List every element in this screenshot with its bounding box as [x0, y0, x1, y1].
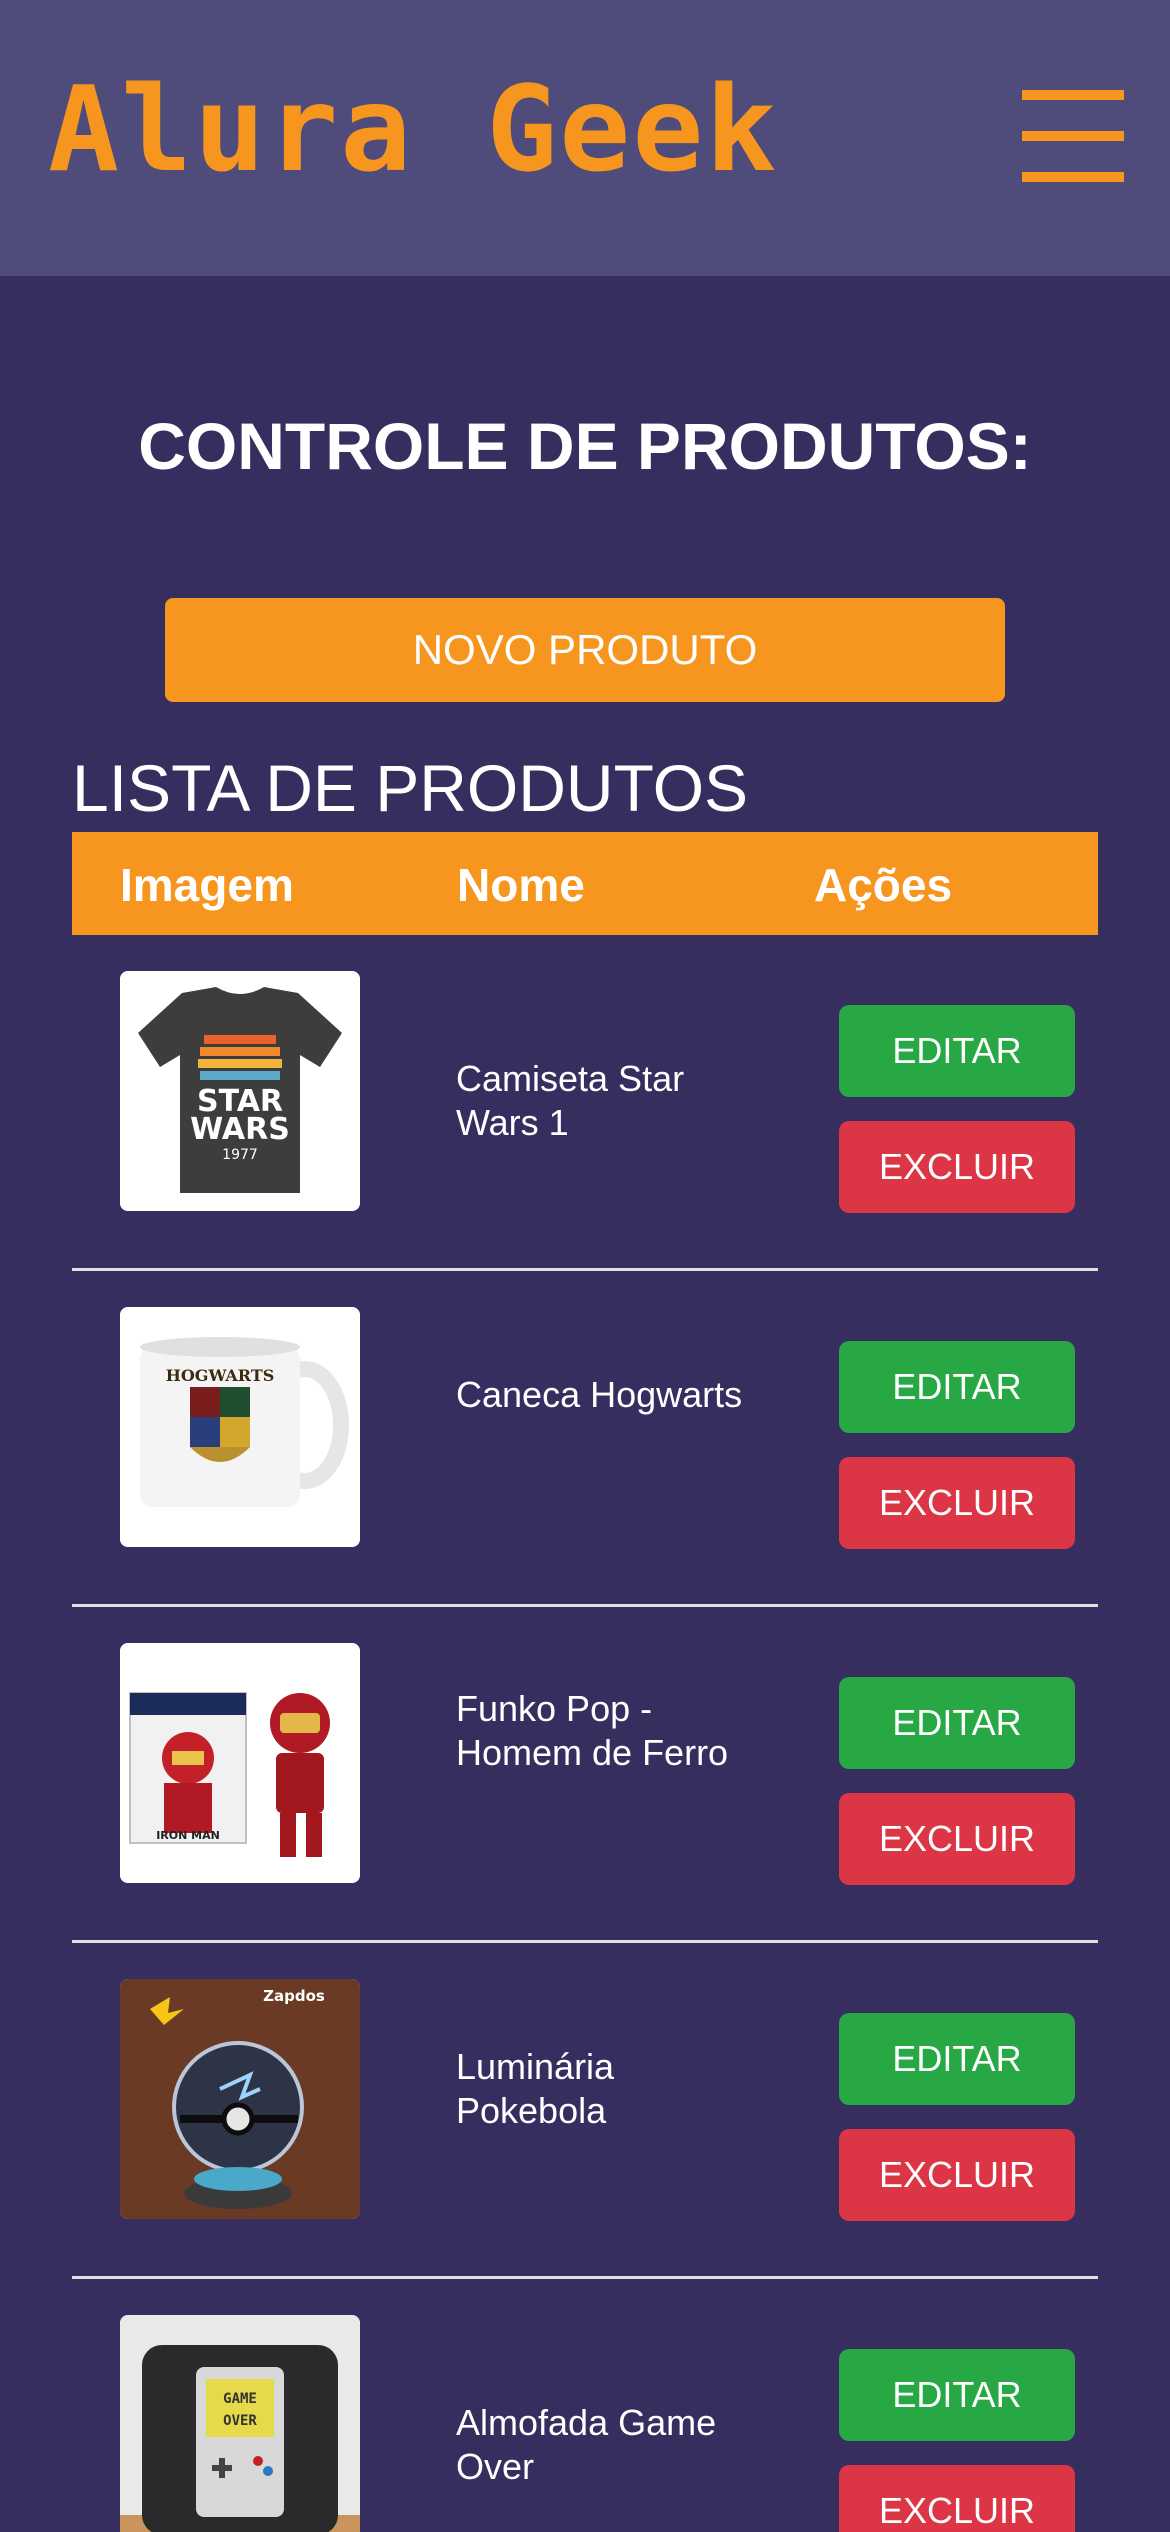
- table-row: HOGWARTS Caneca Hogwarts EDITAR EXCLUIR: [72, 1271, 1098, 1607]
- tshirt-text: WARS: [190, 1112, 290, 1147]
- delete-button[interactable]: EXCLUIR: [839, 1457, 1075, 1549]
- menu-bar: [1022, 131, 1124, 141]
- tshirt-year: 1977: [222, 1147, 258, 1163]
- product-name: Almofada Game Over: [456, 2402, 717, 2487]
- edit-button[interactable]: EDITAR: [839, 2013, 1075, 2105]
- iron-man-funko-image: IRON MAN: [120, 1643, 360, 1883]
- column-header-image: Imagem: [120, 859, 294, 911]
- star-wars-tshirt-image: STAR WARS 1977: [120, 971, 360, 1211]
- new-product-button[interactable]: NOVO PRODUTO: [165, 598, 1005, 702]
- column-header-actions: Ações: [814, 859, 953, 911]
- lamp-label: Zapdos: [263, 1987, 325, 2005]
- edit-button[interactable]: EDITAR: [839, 1341, 1075, 1433]
- edit-button[interactable]: EDITAR: [839, 1677, 1075, 1769]
- app-header: Alura Geek: [0, 0, 1170, 276]
- edit-button[interactable]: EDITAR: [839, 1005, 1075, 1097]
- menu-bar: [1022, 90, 1124, 100]
- menu-bar: [1022, 172, 1124, 182]
- mug-label: HOGWARTS: [166, 1366, 275, 1385]
- logo[interactable]: Alura Geek: [48, 70, 778, 188]
- hamburger-menu-icon[interactable]: [1022, 90, 1124, 182]
- product-name: Funko Pop - Homem de Ferro: [456, 1688, 729, 1773]
- table-row: IRON MAN Funko Pop - Homem de Ferro EDIT…: [72, 1607, 1098, 1943]
- pokeball-lamp-image: Zapdos: [120, 1979, 360, 2219]
- table-row: Zapdos Luminária Pokebola EDITAR EXCLUIR: [72, 1943, 1098, 2279]
- delete-button[interactable]: EXCLUIR: [839, 2129, 1075, 2221]
- delete-button[interactable]: EXCLUIR: [839, 1793, 1075, 1885]
- table-header: Imagem Nome Ações: [72, 832, 1098, 935]
- column-header-name: Nome: [457, 859, 585, 911]
- product-name: Luminária Pokebola: [456, 2046, 615, 2131]
- edit-button[interactable]: EDITAR: [839, 2349, 1075, 2441]
- delete-button[interactable]: EXCLUIR: [839, 2465, 1075, 2532]
- pillow-label: GAME: [223, 2391, 257, 2407]
- table-row: GAME OVER Almofada Game Over EDITAR EXCL…: [72, 2279, 1098, 2532]
- pillow-label: OVER: [223, 2413, 257, 2429]
- product-name: Caneca Hogwarts: [456, 1374, 743, 1415]
- funko-label: IRON MAN: [156, 1829, 220, 1842]
- game-over-pillow-image: GAME OVER: [120, 2315, 360, 2532]
- list-title: LISTA DE PRODUTOS: [72, 751, 749, 825]
- hogwarts-mug-image: HOGWARTS: [120, 1307, 360, 1547]
- delete-button[interactable]: EXCLUIR: [839, 1121, 1075, 1213]
- page-title: CONTROLE DE PRODUTOS:: [138, 409, 1032, 483]
- product-name: Camiseta Star Wars 1: [456, 1058, 685, 1143]
- table-row: STAR WARS 1977 Camiseta Star Wars 1 EDIT…: [72, 935, 1098, 1271]
